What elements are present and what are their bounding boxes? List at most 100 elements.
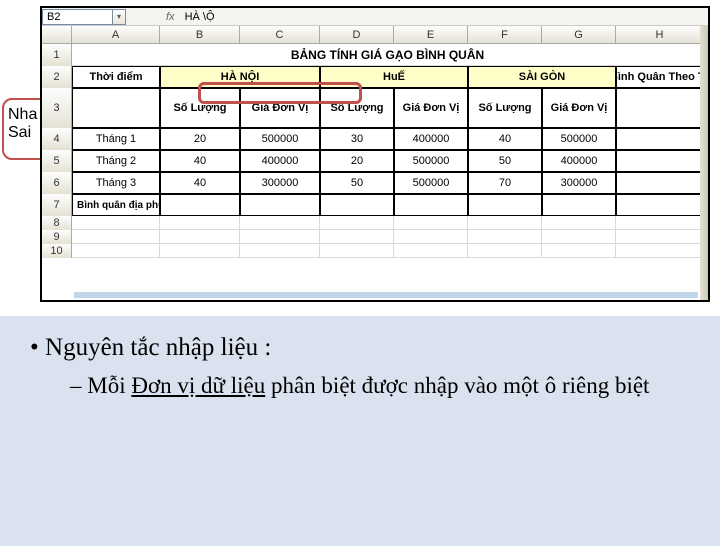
col-header-C[interactable]: C bbox=[240, 26, 320, 43]
empty-cell[interactable] bbox=[240, 194, 320, 216]
empty-cell[interactable] bbox=[468, 230, 542, 244]
empty-cell[interactable] bbox=[542, 230, 616, 244]
data-cell[interactable]: 400000 bbox=[394, 128, 468, 150]
header-thoi-diem-b[interactable] bbox=[72, 88, 160, 128]
data-cell[interactable]: 40 bbox=[160, 150, 240, 172]
header-so-luong[interactable]: Số Lượng bbox=[320, 88, 394, 128]
header-so-luong[interactable]: Số Lượng bbox=[468, 88, 542, 128]
empty-cell[interactable] bbox=[320, 244, 394, 258]
month-label[interactable]: Tháng 1 bbox=[72, 128, 160, 150]
header-gbq[interactable]: Gía Bình Quân Theo Tháng bbox=[616, 66, 704, 88]
horizontal-scrollbar[interactable] bbox=[74, 292, 698, 298]
data-cell[interactable]: 500000 bbox=[542, 128, 616, 150]
header-city-saigon[interactable]: SÀI GÒN bbox=[468, 66, 616, 88]
data-cell[interactable]: 50 bbox=[468, 150, 542, 172]
annotation-line2: Sai bbox=[8, 124, 31, 142]
row-header[interactable]: 6 bbox=[42, 172, 72, 194]
data-cell[interactable]: 50 bbox=[320, 172, 394, 194]
empty-cell[interactable] bbox=[394, 244, 468, 258]
empty-cell[interactable] bbox=[72, 230, 160, 244]
empty-cell[interactable] bbox=[542, 216, 616, 230]
row-header[interactable]: 2 bbox=[42, 66, 72, 88]
empty-cell[interactable] bbox=[240, 216, 320, 230]
data-cell[interactable]: 300000 bbox=[240, 172, 320, 194]
empty-cell[interactable] bbox=[320, 194, 394, 216]
header-thoi-diem[interactable]: Thời điểm bbox=[72, 66, 160, 88]
col-header-E[interactable]: E bbox=[394, 26, 468, 43]
empty-cell[interactable] bbox=[542, 244, 616, 258]
data-cell[interactable]: 70 bbox=[468, 172, 542, 194]
table-title[interactable]: BẢNG TÍNH GIÁ GẠO BÌNH QUÂN bbox=[72, 44, 704, 66]
col-header-D[interactable]: D bbox=[320, 26, 394, 43]
empty-cell[interactable] bbox=[468, 194, 542, 216]
col-header-B[interactable]: B bbox=[160, 26, 240, 43]
column-headers: ABCDEFGH bbox=[42, 26, 708, 44]
empty-cell[interactable] bbox=[468, 244, 542, 258]
gbq-cell[interactable] bbox=[616, 172, 704, 194]
empty-cell[interactable] bbox=[616, 244, 704, 258]
formula-bar[interactable]: HÀ \Ộ bbox=[179, 11, 215, 23]
data-cell[interactable]: 40 bbox=[160, 172, 240, 194]
row-header[interactable]: 4 bbox=[42, 128, 72, 150]
col-header-G[interactable]: G bbox=[542, 26, 616, 43]
row-header[interactable]: 8 bbox=[42, 216, 72, 230]
spreadsheet: B2 ▾ fx HÀ \Ộ ABCDEFGH 1BẢNG TÍNH GIÁ GẠ… bbox=[40, 6, 710, 302]
header-so-luong[interactable]: Số Lượng bbox=[160, 88, 240, 128]
data-cell[interactable]: 300000 bbox=[542, 172, 616, 194]
gbq-cell[interactable] bbox=[616, 150, 704, 172]
row-header[interactable]: 1 bbox=[42, 44, 72, 66]
empty-cell[interactable] bbox=[72, 244, 160, 258]
empty-cell[interactable] bbox=[394, 216, 468, 230]
data-cell[interactable]: 40 bbox=[468, 128, 542, 150]
select-all-corner[interactable] bbox=[42, 26, 72, 43]
data-cell[interactable]: 500000 bbox=[394, 172, 468, 194]
empty-cell[interactable] bbox=[240, 230, 320, 244]
row-header[interactable]: 5 bbox=[42, 150, 72, 172]
empty-cell[interactable] bbox=[160, 216, 240, 230]
col-header-A[interactable]: A bbox=[72, 26, 160, 43]
data-cell[interactable]: 30 bbox=[320, 128, 394, 150]
empty-cell[interactable] bbox=[394, 230, 468, 244]
data-cell[interactable]: 20 bbox=[160, 128, 240, 150]
empty-cell[interactable] bbox=[320, 230, 394, 244]
month-label[interactable]: Tháng 3 bbox=[72, 172, 160, 194]
header-gia-don-vi[interactable]: Giá Đơn Vị bbox=[240, 88, 320, 128]
row-header[interactable]: 9 bbox=[42, 230, 72, 244]
header-gia-don-vi[interactable]: Giá Đơn Vị bbox=[542, 88, 616, 128]
data-cell[interactable]: 500000 bbox=[240, 128, 320, 150]
empty-cell[interactable] bbox=[468, 216, 542, 230]
empty-cell[interactable] bbox=[240, 244, 320, 258]
header-gbq-b[interactable] bbox=[616, 88, 704, 128]
row-header[interactable]: 10 bbox=[42, 244, 72, 258]
gbq-cell[interactable] bbox=[616, 128, 704, 150]
empty-cell[interactable] bbox=[160, 194, 240, 216]
month-label[interactable]: Tháng 2 bbox=[72, 150, 160, 172]
vertical-scrollbar[interactable] bbox=[700, 26, 708, 300]
empty-cell[interactable] bbox=[616, 216, 704, 230]
formula-bar-row: B2 ▾ fx HÀ \Ộ bbox=[42, 8, 708, 26]
col-header-F[interactable]: F bbox=[468, 26, 542, 43]
empty-cell[interactable] bbox=[160, 230, 240, 244]
data-cell[interactable]: 400000 bbox=[542, 150, 616, 172]
empty-cell[interactable] bbox=[160, 244, 240, 258]
empty-cell[interactable] bbox=[616, 230, 704, 244]
header-gia-don-vi[interactable]: Giá Đơn Vị bbox=[394, 88, 468, 128]
data-cell[interactable]: 500000 bbox=[394, 150, 468, 172]
row-header[interactable]: 7 bbox=[42, 194, 72, 216]
row-header[interactable]: 3 bbox=[42, 88, 72, 128]
empty-cell[interactable] bbox=[542, 194, 616, 216]
name-box[interactable]: B2 bbox=[42, 9, 112, 25]
data-cell[interactable]: 400000 bbox=[240, 150, 320, 172]
name-box-dropdown[interactable]: ▾ bbox=[112, 9, 126, 25]
binh-quan-label[interactable]: Bình quân địa phương bbox=[72, 194, 160, 216]
col-header-H[interactable]: H bbox=[616, 26, 704, 43]
empty-cell[interactable] bbox=[394, 194, 468, 216]
grid[interactable]: 1BẢNG TÍNH GIÁ GẠO BÌNH QUÂN2Thời điểmHÀ… bbox=[42, 44, 708, 258]
empty-cell[interactable] bbox=[320, 216, 394, 230]
fx-icon[interactable]: fx bbox=[166, 11, 175, 23]
empty-cell[interactable] bbox=[616, 194, 704, 216]
header-city-hue[interactable]: HuẾ bbox=[320, 66, 468, 88]
data-cell[interactable]: 20 bbox=[320, 150, 394, 172]
header-city-hanoi[interactable]: HÀ NỘI bbox=[160, 66, 320, 88]
empty-cell[interactable] bbox=[72, 216, 160, 230]
